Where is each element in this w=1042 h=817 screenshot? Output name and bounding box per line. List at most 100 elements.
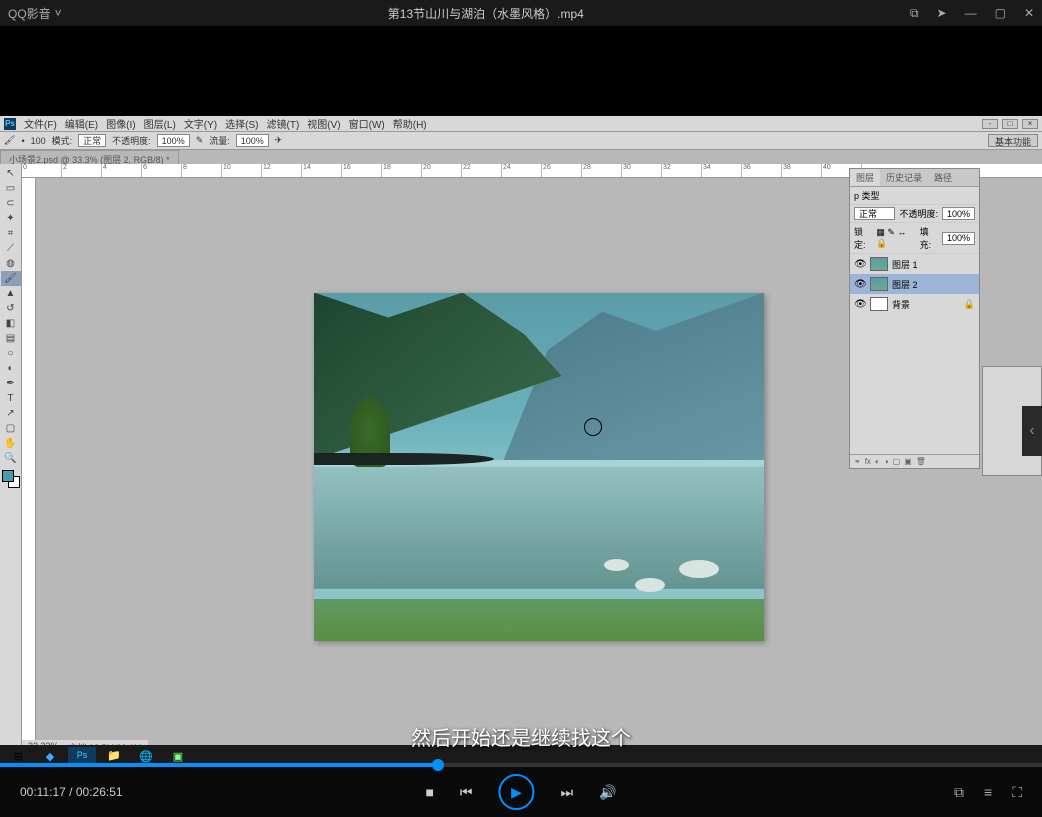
visibility-icon[interactable]: 👁 <box>854 259 866 270</box>
airbrush-icon[interactable]: ✈ <box>275 135 283 146</box>
video-subtitle: 然后开始还是继续找这个 <box>411 722 631 751</box>
opacity-input[interactable]: 100% <box>157 134 190 147</box>
fx-icon[interactable]: fx <box>865 457 871 466</box>
titlebar: QQ影音 ˅ 第13节山川与湖泊（水墨风格）.mp4 ⧉ ➤ — ▢ ✕ <box>0 0 1042 26</box>
blend-mode-select[interactable]: 正常 <box>854 207 895 220</box>
flow-input[interactable]: 100% <box>236 134 269 147</box>
fullscreen-button[interactable]: ⛶ <box>1012 784 1022 801</box>
wand-tool[interactable]: ✦ <box>1 211 21 226</box>
screenshot-button[interactable]: ⧉ <box>954 784 964 801</box>
workspace-button[interactable]: 基本功能 <box>988 134 1038 147</box>
ps-options-bar: 🖌 •100 模式: 正常 不透明度: 100% ✎ 流量: 100% ✈ 基本… <box>0 132 1042 150</box>
close-icon[interactable]: ✕ <box>1024 6 1034 21</box>
maximize-icon[interactable]: ▢ <box>995 6 1006 21</box>
stamp-tool[interactable]: ▲ <box>1 286 21 301</box>
type-tool[interactable]: T <box>1 391 21 406</box>
time-display: 00:11:17 / 00:26:51 <box>20 785 123 799</box>
menu-select[interactable]: 选择(S) <box>225 116 258 131</box>
lasso-tool[interactable]: ⊂ <box>1 196 21 211</box>
progress-thumb[interactable] <box>432 759 444 771</box>
zoom-tool[interactable]: 🔍 <box>1 451 21 466</box>
pin-icon[interactable]: ➤ <box>937 6 947 21</box>
chevron-down-icon: ˅ <box>55 6 62 20</box>
menu-type[interactable]: 文字(Y) <box>184 116 217 131</box>
lock-icons[interactable]: ▦ ✎ ↔ 🔒 <box>876 227 915 249</box>
mode-label: 模式: <box>52 134 73 147</box>
next-button[interactable]: ⏭ <box>561 784 574 801</box>
flow-label: 流量: <box>209 134 230 147</box>
layers-panel: 图层 历史记录 路径 p 类型 正常 不透明度: 100% 锁定: ▦ ✎ ↔ … <box>849 168 980 469</box>
menu-help[interactable]: 帮助(H) <box>393 116 427 131</box>
tab-history[interactable]: 历史记录 <box>880 169 928 186</box>
play-button[interactable]: ▶ <box>499 774 535 810</box>
ps-close-icon[interactable]: × <box>1022 119 1038 129</box>
canvas[interactable] <box>314 293 764 641</box>
video-title: 第13节山川与湖泊（水墨风格）.mp4 <box>62 5 910 22</box>
hand-tool[interactable]: ✋ <box>1 436 21 451</box>
menu-window[interactable]: 窗口(W) <box>349 116 385 131</box>
blur-tool[interactable]: ○ <box>1 346 21 361</box>
link-icon[interactable]: ⚭ <box>854 457 861 466</box>
ps-toolbar: ↖ ▭ ⊂ ✦ ⌗ ⟋ ◍ 🖌 ▲ ↺ ◧ ▤ ○ ◐ ✒ T ↗ ▢ ✋ 🔍 <box>0 164 22 755</box>
menu-edit[interactable]: 编辑(E) <box>65 116 98 131</box>
layer-opacity-input[interactable]: 100% <box>942 207 975 220</box>
layer-row[interactable]: 👁 图层 1 <box>850 254 979 274</box>
shape-tool[interactable]: ▢ <box>1 421 21 436</box>
layer-row[interactable]: 👁 图层 2 <box>850 274 979 294</box>
playlist-button[interactable]: ≡ <box>984 784 992 801</box>
brush-tool[interactable]: 🖌 <box>1 271 21 286</box>
stop-button[interactable]: ■ <box>425 784 433 800</box>
path-tool[interactable]: ↗ <box>1 406 21 421</box>
menu-image[interactable]: 图像(I) <box>106 116 135 131</box>
document-tab[interactable]: 小场景2.psd @ 33.3% (图层 2, RGB/8) * <box>0 150 179 164</box>
ps-min-icon[interactable]: - <box>982 119 998 129</box>
video-content: Ps 文件(F) 编辑(E) 图像(I) 图层(L) 文字(Y) 选择(S) 滤… <box>0 26 1042 767</box>
prev-button[interactable]: ⏮ <box>460 784 473 801</box>
ps-menubar: Ps 文件(F) 编辑(E) 图像(I) 图层(L) 文字(Y) 选择(S) 滤… <box>0 116 1042 132</box>
dodge-tool[interactable]: ◐ <box>1 361 21 376</box>
progress-bar[interactable] <box>0 763 1042 767</box>
sidebar-toggle[interactable]: ‹ <box>1022 406 1042 456</box>
pressure-opacity-icon[interactable]: ✎ <box>196 135 204 146</box>
layer-row[interactable]: 👁 背景 🔒 <box>850 294 979 314</box>
adjust-icon[interactable]: ◑ <box>884 457 889 466</box>
marquee-tool[interactable]: ▭ <box>1 181 21 196</box>
trash-icon[interactable]: 🗑 <box>916 457 926 466</box>
color-swatches[interactable] <box>2 470 20 488</box>
history-brush-tool[interactable]: ↺ <box>1 301 21 316</box>
heal-tool[interactable]: ◍ <box>1 256 21 271</box>
visibility-icon[interactable]: 👁 <box>854 279 866 290</box>
pen-tool[interactable]: ✒ <box>1 376 21 391</box>
opacity-label: 不透明度: <box>112 134 151 147</box>
app-name[interactable]: QQ影音 ˅ <box>8 5 62 22</box>
eraser-tool[interactable]: ◧ <box>1 316 21 331</box>
crop-tool[interactable]: ⌗ <box>1 226 21 241</box>
menu-view[interactable]: 视图(V) <box>307 116 340 131</box>
menu-filter[interactable]: 滤镜(T) <box>267 116 300 131</box>
lock-icon: 🔒 <box>964 299 975 310</box>
gradient-tool[interactable]: ▤ <box>1 331 21 346</box>
tab-paths[interactable]: 路径 <box>928 169 958 186</box>
eyedropper-tool[interactable]: ⟋ <box>1 241 21 256</box>
mask-icon[interactable]: ◐ <box>875 457 880 466</box>
pip-icon[interactable]: ⧉ <box>910 6 919 21</box>
brush-tool-icon[interactable]: 🖌 <box>4 135 15 146</box>
new-layer-icon[interactable]: ▣ <box>904 457 912 466</box>
tab-layers[interactable]: 图层 <box>850 169 880 186</box>
menu-file[interactable]: 文件(F) <box>24 116 57 131</box>
photoshop-window: Ps 文件(F) 编辑(E) 图像(I) 图层(L) 文字(Y) 选择(S) 滤… <box>0 116 1042 767</box>
folder-icon[interactable]: ▢ <box>893 457 901 466</box>
minimize-icon[interactable]: — <box>965 6 977 21</box>
player-controls: 00:11:17 / 00:26:51 ■ ⏮ ▶ ⏭ 🔊 ⧉ ≡ ⛶ <box>0 767 1042 817</box>
ruler-vertical <box>22 178 36 755</box>
move-tool[interactable]: ↖ <box>1 166 21 181</box>
menu-layer[interactable]: 图层(L) <box>144 116 176 131</box>
layers-footer: ⚭ fx ◐ ◑ ▢ ▣ 🗑 <box>850 454 979 468</box>
visibility-icon[interactable]: 👁 <box>854 299 866 310</box>
brush-cursor-icon <box>584 418 602 436</box>
ps-logo-icon: Ps <box>4 118 16 130</box>
ps-max-icon[interactable]: □ <box>1002 119 1018 129</box>
mode-select[interactable]: 正常 <box>78 134 106 147</box>
fill-input[interactable]: 100% <box>942 232 975 245</box>
volume-button[interactable]: 🔊 <box>599 784 616 801</box>
